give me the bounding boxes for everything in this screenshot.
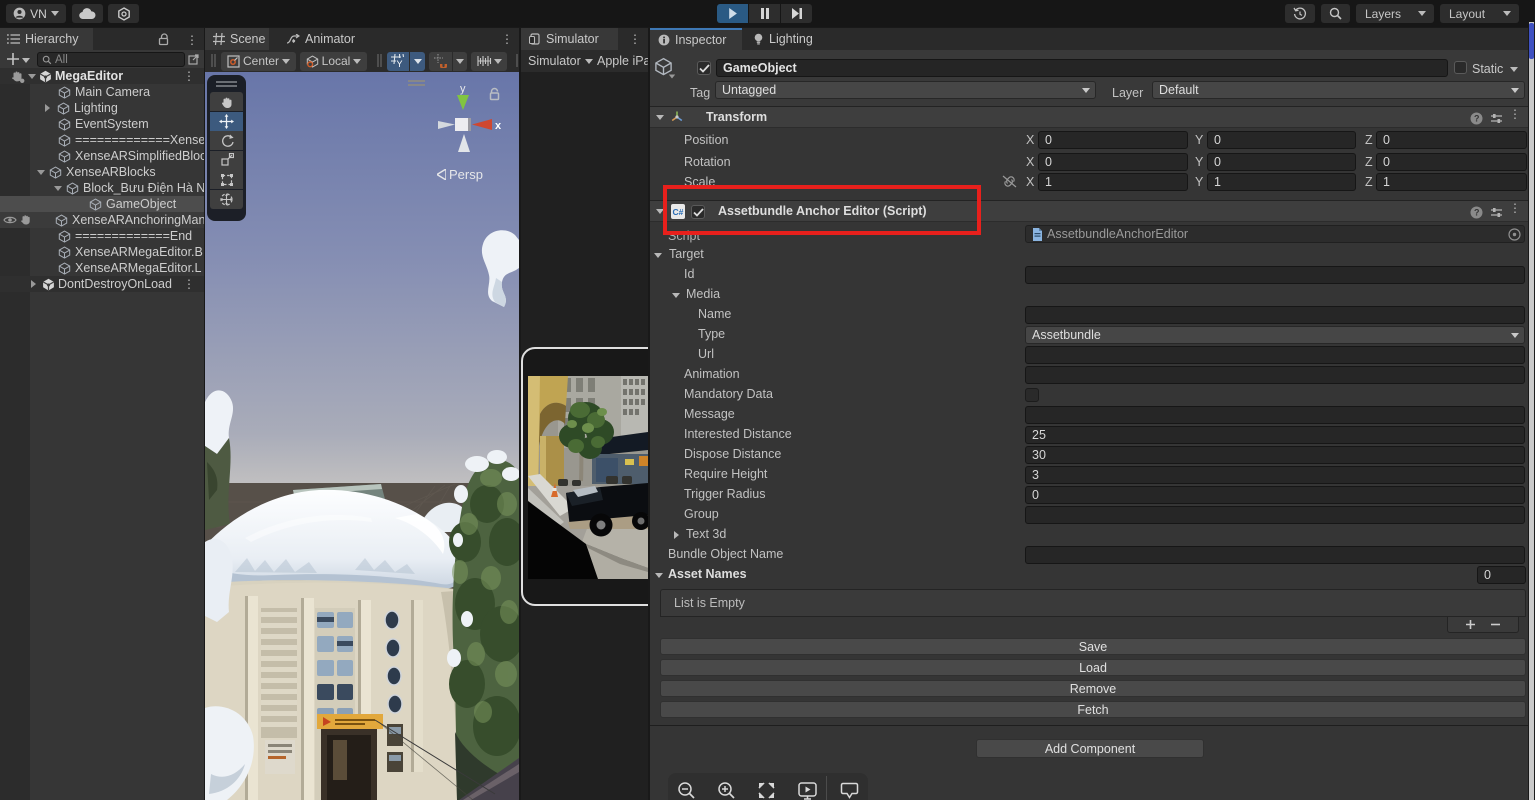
svg-text:y: y bbox=[460, 83, 466, 95]
svg-text:Y: Y bbox=[397, 59, 403, 68]
svg-text:?: ? bbox=[1474, 208, 1480, 218]
svg-text:x: x bbox=[495, 120, 502, 132]
svg-text:?: ? bbox=[1474, 114, 1480, 124]
